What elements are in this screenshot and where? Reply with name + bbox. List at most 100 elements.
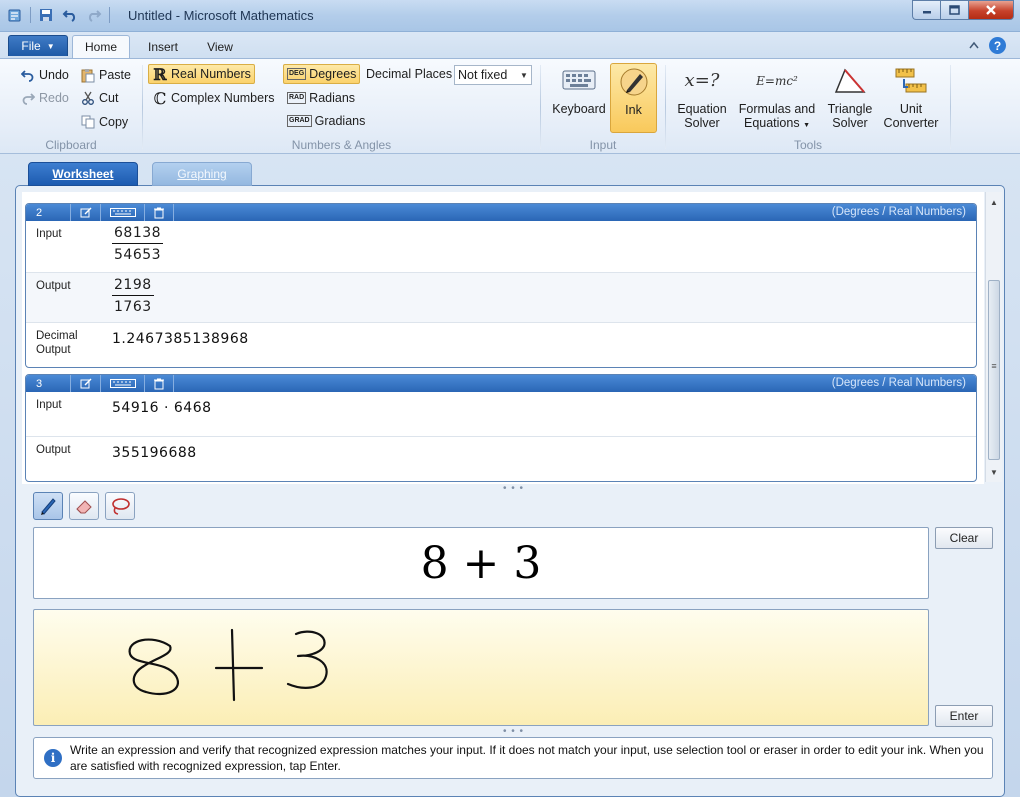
keyboard-icon [559, 63, 599, 99]
keyboard-icon[interactable] [100, 375, 144, 392]
ribbon-tab-row: File ▼ Home Insert View ? [0, 32, 1020, 58]
quick-access-toolbar [6, 6, 110, 24]
chevron-down-icon: ▼ [520, 70, 528, 80]
pen-icon [614, 64, 654, 100]
ruler-icon [891, 63, 931, 99]
formula-icon: E=mc² [756, 74, 798, 88]
input-group-label: Input [589, 138, 617, 152]
splitter-handle[interactable]: • • • [503, 483, 524, 494]
file-menu-button[interactable]: File ▼ [8, 35, 68, 56]
deg-icon: DEG [287, 68, 307, 80]
ribbon: Undo Redo Paste Cut Copy Clipboard Numbe… [0, 58, 1020, 154]
clipboard-group: Undo Redo Paste Cut Copy Clipboard [0, 59, 142, 155]
entry-number: 3 [36, 377, 43, 390]
redo-icon[interactable] [85, 6, 103, 24]
chevron-down-icon: ▼ [46, 41, 55, 51]
input-value: 54916 · 6468 [112, 400, 212, 416]
entry-header: 3 (Degrees / Real Numbers) [26, 375, 976, 392]
triangle-solver-button[interactable]: Triangle Solver [822, 63, 878, 130]
worksheet-scrollbar[interactable]: ▲ ≡ ▼ [985, 192, 1002, 482]
worksheet-entry[interactable]: 2 (Degrees / Real Numbers) Input 68138 5… [25, 203, 977, 368]
collapse-ribbon-icon[interactable] [969, 40, 979, 52]
pen-tool-button[interactable] [33, 492, 63, 520]
redo-icon [20, 90, 36, 106]
lasso-tool-button[interactable] [105, 492, 135, 520]
info-text: Write an expression and verify that reco… [70, 743, 984, 773]
scroll-up-icon[interactable]: ▲ [986, 194, 1002, 210]
unit-converter-button[interactable]: Unit Converter [880, 63, 942, 130]
paste-button[interactable]: Paste [80, 65, 131, 85]
entry-mode: (Degrees / Real Numbers) [831, 206, 966, 218]
close-button[interactable] [968, 0, 1014, 20]
keyboard-button[interactable]: Keyboard [549, 63, 609, 123]
pen-icon [41, 498, 56, 515]
triangle-icon [830, 63, 870, 99]
lasso-icon [112, 498, 130, 515]
window-title: Untitled - Microsoft Mathematics [128, 8, 314, 23]
gradians-button[interactable]: GRAD Gradians [287, 111, 365, 131]
radians-button[interactable]: RAD Radians [287, 88, 355, 108]
copy-button[interactable]: Copy [80, 112, 128, 132]
tab-worksheet[interactable]: Worksheet [28, 162, 138, 186]
enter-button[interactable]: Enter [935, 705, 993, 727]
window-controls [912, 0, 1014, 20]
real-numbers-icon: ℝ [153, 64, 167, 84]
formulas-equations-button[interactable]: E=mc² Formulas and Equations ▼ [737, 63, 817, 133]
maximize-button[interactable] [940, 0, 968, 20]
edit-icon[interactable] [70, 375, 100, 392]
output-value: 355196688 [112, 445, 197, 461]
splitter-handle[interactable]: • • • [503, 726, 524, 737]
complex-numbers-icon: ℂ [153, 88, 167, 108]
real-numbers-button[interactable]: ℝ Real Numbers [148, 64, 255, 84]
decimal-output-value: 1.2467385138968 [112, 331, 249, 347]
delete-icon[interactable] [144, 375, 174, 392]
help-icon[interactable]: ? [989, 37, 1006, 54]
entry-mode: (Degrees / Real Numbers) [831, 377, 966, 389]
clear-button[interactable]: Clear [935, 527, 993, 549]
copy-icon [80, 114, 96, 130]
paste-icon [80, 67, 96, 83]
undo-icon[interactable] [61, 6, 79, 24]
tab-graphing[interactable]: Graphing [152, 162, 252, 186]
eraser-tool-button[interactable] [69, 492, 99, 520]
scissors-icon [80, 90, 96, 106]
ink-writing-pad[interactable] [33, 609, 929, 726]
decimal-places-dropdown[interactable]: Not fixed ▼ [454, 65, 532, 85]
rad-icon: RAD [287, 92, 307, 104]
entry-output-row: Output 2198 1763 [26, 273, 976, 323]
save-icon[interactable] [37, 6, 55, 24]
chevron-down-icon: ▼ [803, 122, 811, 129]
entry-output-row: Output 355196688 [36, 444, 197, 461]
delete-icon[interactable] [144, 204, 174, 221]
clipboard-group-label: Clipboard [45, 138, 97, 152]
entry-decimal-output-row: Decimal Output 1.2467385138968 [36, 330, 249, 356]
keyboard-icon[interactable] [100, 204, 144, 221]
complex-numbers-button[interactable]: ℂ Complex Numbers [152, 88, 275, 108]
grad-icon: GRAD [287, 115, 312, 127]
ink-button[interactable]: Ink [610, 63, 657, 133]
equation-solver-button[interactable]: x=? Equation Solver [672, 63, 732, 131]
output-fraction: 2198 1763 [112, 277, 154, 315]
tab-home[interactable]: Home [72, 35, 130, 58]
entry-header: 2 (Degrees / Real Numbers) [26, 204, 976, 221]
equation-solver-icon: x=? [684, 70, 720, 91]
undo-button[interactable]: Undo [20, 65, 69, 85]
tools-group-label: Tools [793, 138, 822, 152]
cut-button[interactable]: Cut [80, 88, 118, 108]
decimal-places-label: Decimal Places [366, 67, 453, 81]
degrees-button[interactable]: DEG Degrees [283, 64, 361, 84]
edit-icon[interactable] [70, 204, 100, 221]
numbers-angles-group-label: Numbers & Angles [291, 138, 392, 152]
scroll-down-icon[interactable]: ▼ [986, 464, 1002, 480]
eraser-icon [76, 500, 92, 514]
entry-input-row: Input 54916 · 6468 [26, 392, 976, 437]
redo-button[interactable]: Redo [20, 88, 69, 108]
title-bar: Untitled - Microsoft Mathematics [0, 0, 1020, 32]
tab-insert[interactable]: Insert [138, 35, 188, 58]
minimize-button[interactable] [912, 0, 940, 20]
entry-input-row: Input 68138 54653 [26, 221, 976, 273]
tab-view[interactable]: View [196, 35, 244, 58]
worksheet-entry[interactable]: 3 (Degrees / Real Numbers) Input 54916 ·… [25, 374, 977, 482]
handwritten-ink [128, 628, 328, 702]
app-icon [6, 6, 24, 24]
